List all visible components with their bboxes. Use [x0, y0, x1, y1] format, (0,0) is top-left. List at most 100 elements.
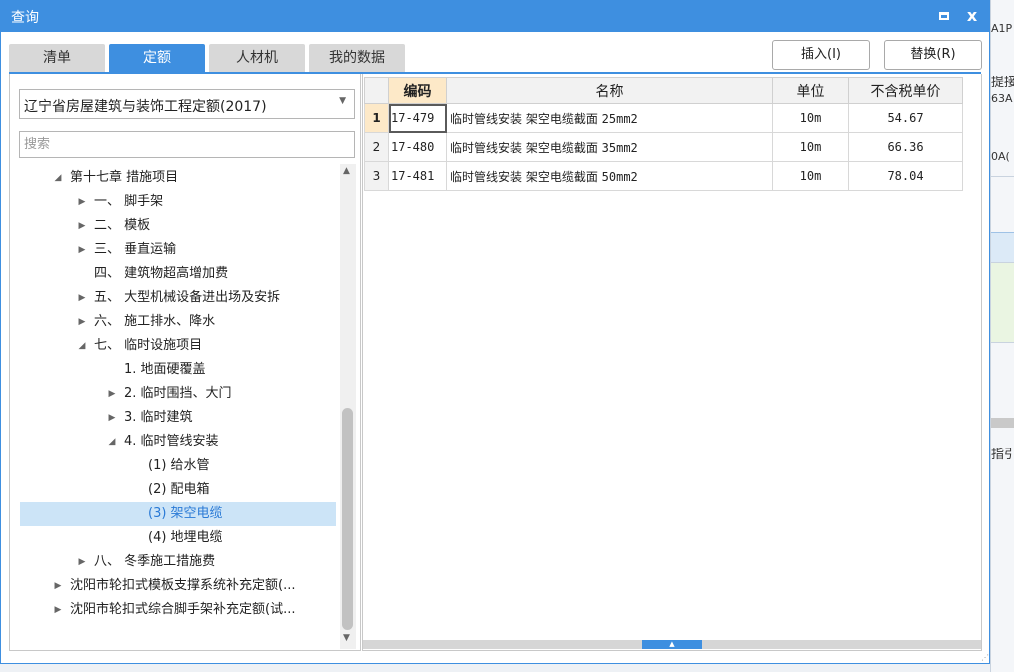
- tree-scrollbar[interactable]: ▲ ▼: [340, 164, 356, 649]
- tree-item[interactable]: ◢ 七、 临时设施项目: [20, 334, 336, 358]
- tree-item[interactable]: ▶ 3. 临时建筑: [20, 406, 336, 430]
- bg-band: [991, 342, 1014, 402]
- tree-item[interactable]: ▶ 六、 施工排水、降水: [20, 310, 336, 334]
- replace-button[interactable]: 替换(R): [884, 40, 982, 70]
- column-header-price[interactable]: 不含税单价: [848, 77, 963, 104]
- tab-quota[interactable]: 定额: [109, 44, 205, 72]
- expand-arrow-icon[interactable]: ▶: [76, 190, 88, 214]
- bg-band: [991, 262, 1014, 342]
- cell-code[interactable]: 17-481: [388, 161, 447, 191]
- chapter-tree: ◢ 第十七章 措施项目 ▶ 一、 脚手架 ▶ 二、 模板 ▶ 三、 垂直运输 四…: [20, 166, 338, 646]
- tree-item-label: (3) 架空电缆: [148, 506, 223, 521]
- collapse-arrow-icon[interactable]: ◢: [106, 430, 118, 454]
- search-input[interactable]: [19, 131, 355, 158]
- left-panel: 辽宁省房屋建筑与装饰工程定额(2017) ▼ ◢ 第十七章 措施项目 ▶ 一、 …: [9, 74, 361, 651]
- resize-grip-icon[interactable]: ⋰: [981, 653, 989, 662]
- table-header-row: 编码 名称 单位 不含税单价: [364, 77, 963, 104]
- tree-item-label: (2) 配电箱: [148, 482, 210, 497]
- row-number: 3: [364, 161, 389, 191]
- row-number: 1: [364, 103, 389, 133]
- cell-unit[interactable]: 10m: [772, 132, 849, 162]
- chevron-down-icon: ▼: [339, 96, 346, 106]
- insert-button[interactable]: 插入(I): [772, 40, 870, 70]
- cell-name[interactable]: 临时管线安装 架空电缆截面 25mm2: [446, 103, 773, 133]
- results-table: 编码 名称 单位 不含税单价 1 17-479 临时管线安装 架空电缆截面 25…: [364, 77, 963, 191]
- cell-name[interactable]: 临时管线安装 架空电缆截面 50mm2: [446, 161, 773, 191]
- column-header-code[interactable]: 编码: [388, 77, 447, 104]
- expand-arrow-icon[interactable]: ▶: [52, 574, 64, 598]
- tree-item-label: 六、 施工排水、降水: [94, 314, 216, 329]
- maximize-icon[interactable]: [933, 5, 955, 27]
- tree-item-label: 沈阳市轮扣式模板支撑系统补充定额(...: [70, 578, 296, 593]
- expand-arrow-icon[interactable]: ▶: [76, 214, 88, 238]
- bg-fragment: 63A: [991, 92, 1013, 105]
- tree-item-label: 四、 建筑物超高增加费: [94, 266, 229, 281]
- cell-price[interactable]: 66.36: [848, 132, 963, 162]
- expand-arrow-icon[interactable]: ▶: [76, 286, 88, 310]
- cell-name[interactable]: 临时管线安装 架空电缆截面 35mm2: [446, 132, 773, 162]
- tree-item[interactable]: (2) 配电箱: [20, 478, 336, 502]
- cell-name-size: 50mm2: [601, 169, 638, 184]
- tree-item[interactable]: ◢ 4. 临时管线安装: [20, 430, 336, 454]
- library-select[interactable]: 辽宁省房屋建筑与装饰工程定额(2017) ▼: [19, 89, 355, 119]
- scrollbar-thumb[interactable]: [342, 408, 353, 630]
- collapse-arrow-icon[interactable]: ◢: [52, 166, 64, 190]
- collapse-arrow-icon[interactable]: ◢: [76, 334, 88, 358]
- tree-item[interactable]: ▶ 八、 冬季施工措施费: [20, 550, 336, 574]
- tree-item-label: (1) 给水管: [148, 458, 210, 473]
- tab-my-data[interactable]: 我的数据: [309, 44, 405, 72]
- expand-arrow-icon[interactable]: ▶: [76, 238, 88, 262]
- expand-arrow-icon[interactable]: ▶: [76, 550, 88, 574]
- expand-arrow-icon[interactable]: ▶: [106, 406, 118, 430]
- column-header-unit[interactable]: 单位: [772, 77, 849, 104]
- table-row[interactable]: 2 17-480 临时管线安装 架空电缆截面 35mm2 10m 66.36: [364, 132, 963, 162]
- horizontal-splitter[interactable]: ▲: [363, 640, 981, 649]
- scroll-down-icon[interactable]: ▼: [343, 633, 350, 643]
- expand-arrow-icon[interactable]: ▶: [76, 310, 88, 334]
- title-bar[interactable]: 查询 x: [1, 1, 989, 32]
- tree-item[interactable]: ▶ 2. 临时围挡、大门: [20, 382, 336, 406]
- tree-item-label: 七、 临时设施项目: [94, 338, 203, 353]
- expand-arrow-icon[interactable]: ▶: [106, 382, 118, 406]
- expand-arrow-icon[interactable]: ▶: [52, 598, 64, 622]
- tree-item-label: 第十七章 措施项目: [70, 170, 179, 185]
- table-row[interactable]: 1 17-479 临时管线安装 架空电缆截面 25mm2 10m 54.67: [364, 103, 963, 133]
- results-panel: 编码 名称 单位 不含税单价 1 17-479 临时管线安装 架空电缆截面 25…: [362, 74, 982, 651]
- splitter-handle-icon[interactable]: ▲: [642, 640, 702, 649]
- scroll-up-icon[interactable]: ▲: [343, 166, 350, 176]
- cell-price[interactable]: 54.67: [848, 103, 963, 133]
- cell-unit[interactable]: 10m: [772, 161, 849, 191]
- tree-item[interactable]: ▶ 五、 大型机械设备进出场及安拆: [20, 286, 336, 310]
- background-app-strip: A1P 提接 63A 0A( 指引: [990, 0, 1014, 672]
- tree-item-selected[interactable]: (3) 架空电缆: [20, 502, 336, 526]
- bg-band: [991, 418, 1014, 428]
- tree-item[interactable]: (1) 给水管: [20, 454, 336, 478]
- tree-item-label: 2. 临时围挡、大门: [124, 386, 232, 401]
- tree-item-label: (4) 地埋电缆: [148, 530, 223, 545]
- cell-code[interactable]: 17-479: [388, 103, 447, 133]
- tree-item[interactable]: ▶ 一、 脚手架: [20, 190, 336, 214]
- column-header-name[interactable]: 名称: [446, 77, 773, 104]
- tree-item[interactable]: ▶ 二、 模板: [20, 214, 336, 238]
- cell-unit[interactable]: 10m: [772, 103, 849, 133]
- tree-item[interactable]: ▶ 三、 垂直运输: [20, 238, 336, 262]
- tree-item-label: 一、 脚手架: [94, 194, 164, 209]
- bg-fragment: A1P: [991, 22, 1013, 35]
- cell-code[interactable]: 17-480: [388, 132, 447, 162]
- query-dialog: 查询 x 清单 定额 人材机 我的数据 插入(I) 替换(R) 辽宁省房屋建筑与…: [0, 0, 990, 664]
- tree-item[interactable]: 四、 建筑物超高增加费: [20, 262, 336, 286]
- close-icon[interactable]: x: [961, 5, 983, 27]
- tree-item[interactable]: ◢ 第十七章 措施项目: [20, 166, 336, 190]
- tree-item-label: 1. 地面硬覆盖: [124, 362, 206, 377]
- tab-labor-material-machine[interactable]: 人材机: [209, 44, 305, 72]
- tree-item[interactable]: ▶ 沈阳市轮扣式综合脚手架补充定额(试...: [20, 598, 336, 622]
- bg-band: [991, 176, 1014, 206]
- tree-item-label: 八、 冬季施工措施费: [94, 554, 216, 569]
- library-select-value: 辽宁省房屋建筑与装饰工程定额(2017): [24, 99, 267, 115]
- tree-item[interactable]: 1. 地面硬覆盖: [20, 358, 336, 382]
- tab-bill[interactable]: 清单: [9, 44, 105, 72]
- table-row[interactable]: 3 17-481 临时管线安装 架空电缆截面 50mm2 10m 78.04: [364, 161, 963, 191]
- cell-price[interactable]: 78.04: [848, 161, 963, 191]
- tree-item[interactable]: ▶ 沈阳市轮扣式模板支撑系统补充定额(...: [20, 574, 336, 598]
- tree-item[interactable]: (4) 地埋电缆: [20, 526, 336, 550]
